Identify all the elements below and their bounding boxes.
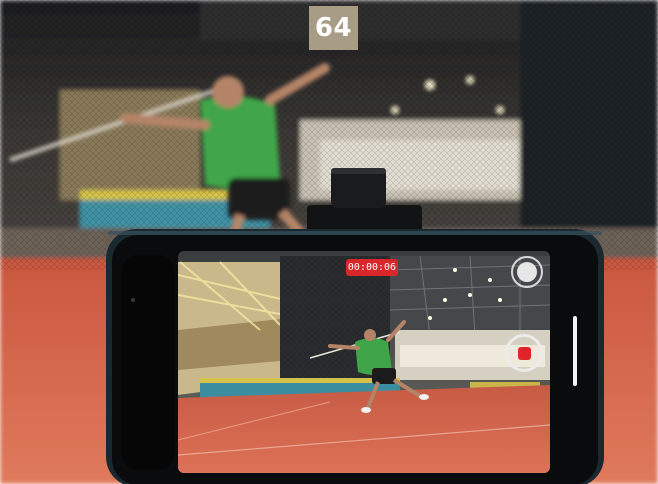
stop-icon — [517, 346, 531, 360]
camera-zoom-button[interactable] — [511, 256, 543, 288]
recording-timer: 00:00:06 — [346, 259, 398, 276]
photo-scene — [0, 0, 658, 484]
page-number-badge: 64 — [309, 6, 358, 50]
zoom-slider[interactable] — [573, 316, 577, 386]
phone-screen — [178, 251, 550, 473]
zoom-button-inner — [517, 262, 537, 282]
stop-recording-button[interactable] — [505, 334, 543, 372]
